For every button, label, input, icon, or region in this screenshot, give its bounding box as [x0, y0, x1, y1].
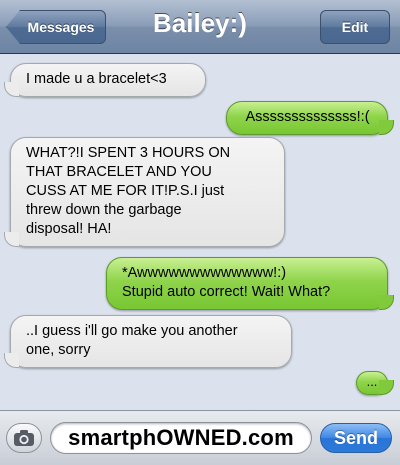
navigation-bar: Messages Bailey:) Edit	[0, 0, 400, 54]
camera-button[interactable]	[6, 423, 42, 453]
message-text: ...	[366, 374, 378, 389]
message-line: *Awwwwwwwwwwwww!:)	[122, 265, 287, 281]
message-bubble-incoming: WHAT?!I SPENT 3 HOURS ON THAT BRACELET A…	[4, 137, 285, 247]
conversation-title: Bailey:)	[153, 8, 247, 38]
message-bubble-incoming: I made u a bracelet<3	[4, 63, 206, 97]
message-line: disposal! HA!	[26, 221, 112, 237]
message-bubble-outgoing: ...	[356, 371, 394, 395]
message-line: Stupid auto correct! Wait! What?	[122, 284, 331, 300]
message-line: WHAT?!I SPENT 3 HOURS ON	[26, 145, 231, 161]
message-line: ..I guess i'll go make you another	[26, 323, 238, 339]
message-bubble-outgoing: *Awwwwwwwwwwwww!:) Stupid auto correct! …	[106, 257, 394, 310]
message-line: one, sorry	[26, 342, 91, 358]
message-thread[interactable]: I made u a bracelet<3 Assssssssssssss!:(…	[0, 55, 400, 410]
message-bubble-incoming: ..I guess i'll go make you another one, …	[4, 315, 292, 368]
back-to-messages-button[interactable]: Messages	[6, 10, 106, 44]
message-bubble-outgoing: Assssssssssssss!:(	[226, 101, 394, 135]
send-button[interactable]: Send	[320, 423, 392, 453]
message-line: THAT BRACELET AND YOU	[26, 164, 212, 180]
message-text: Assssssssssssss!:(	[245, 109, 370, 125]
edit-button[interactable]: Edit	[320, 10, 390, 44]
camera-icon	[14, 430, 34, 446]
message-line: threw down the garbage	[26, 202, 182, 218]
message-text: I made u a bracelet<3	[26, 71, 167, 87]
compose-bar: smartphOWNED.com Send	[0, 410, 400, 465]
message-input[interactable]: smartphOWNED.com	[50, 422, 312, 454]
message-line: CUSS AT ME FOR IT!P.S.I just	[26, 183, 225, 199]
